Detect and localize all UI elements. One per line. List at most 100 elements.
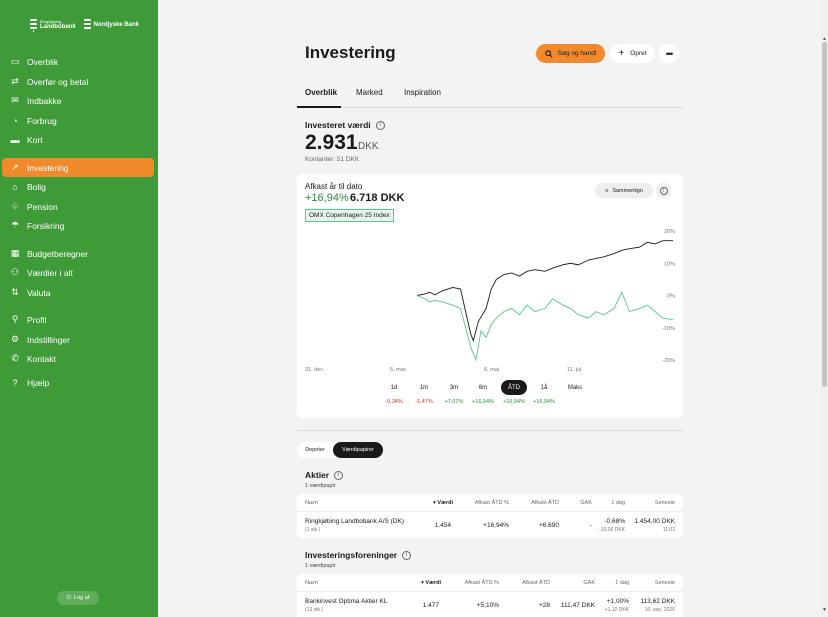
sort-down-icon: ▾ bbox=[421, 580, 424, 586]
search-icon bbox=[544, 49, 553, 58]
period-maks[interactable]: Maks bbox=[562, 380, 588, 395]
sidebar-item-vaerdier[interactable]: ⚇ Værdier i alt bbox=[2, 263, 154, 282]
toggle-vaerdipapirer[interactable]: Værdipapirer bbox=[333, 442, 383, 458]
search-trade-label: Søg og handl bbox=[557, 50, 597, 57]
col-header-return-amt[interactable]: Afkast ÅTD bbox=[510, 580, 550, 586]
pension-icon: ♧ bbox=[10, 201, 20, 211]
info-icon[interactable]: i bbox=[375, 120, 385, 130]
sidebar-item-label: Pension bbox=[27, 201, 58, 212]
tab-inspiration[interactable]: Inspiration bbox=[404, 88, 441, 97]
sidebar-item-investering[interactable]: ↗ Investering bbox=[2, 158, 154, 177]
scrollbar-thumb[interactable] bbox=[822, 42, 827, 387]
x-tick-label: 31. dec. bbox=[305, 367, 325, 373]
funds-title: Investeringsforeninger bbox=[305, 550, 398, 560]
col-header-latest[interactable]: Seneste bbox=[645, 500, 675, 506]
col-header-return-pct[interactable]: Afkast ÅTD % bbox=[457, 580, 499, 586]
gear-icon: ⚙ bbox=[10, 334, 20, 344]
period-1d[interactable]: 1d bbox=[381, 380, 407, 395]
y-tick-label: 20% bbox=[664, 229, 675, 235]
col-header-day[interactable]: 1 dag bbox=[611, 580, 629, 586]
y-tick-label: -10% bbox=[662, 326, 675, 332]
landbobank-logo[interactable]: Ringkjøbing Landbobank bbox=[30, 18, 76, 32]
sort-down-icon: ▾ bbox=[433, 500, 436, 506]
security-value: 1.454 bbox=[434, 522, 451, 529]
info-icon[interactable]: i bbox=[402, 550, 412, 560]
invested-value: 2.931 bbox=[305, 131, 358, 154]
col-header-name[interactable]: Navn bbox=[305, 580, 318, 586]
landbobank-mark-icon bbox=[30, 18, 37, 32]
trend-icon: ↗ bbox=[11, 162, 19, 172]
sidebar-item-label: Forbrug bbox=[27, 115, 57, 126]
index-series-line bbox=[416, 291, 674, 362]
period-3m[interactable]: 3m bbox=[441, 380, 467, 395]
more-options-button[interactable]: ••• bbox=[659, 44, 679, 63]
nordjyske-logo[interactable]: Nordjyske Bank bbox=[83, 18, 139, 32]
sidebar-item-forsikring[interactable]: ☂ Forsikring bbox=[2, 216, 154, 235]
sidebar: Ringkjøbing Landbobank Nordjyske Bank ▭ Ov… bbox=[0, 0, 158, 617]
period-6m[interactable]: 6m bbox=[470, 380, 496, 395]
sidebar-item-hjaelp[interactable]: ? Hjælp bbox=[2, 373, 154, 392]
sidebar-item-indstillinger[interactable]: ⚙ Indstillinger bbox=[2, 330, 154, 349]
help-icon: ? bbox=[12, 377, 18, 388]
sidebar-item-forbrug[interactable]: ◔ Forbrug bbox=[2, 111, 154, 130]
tab-overblik[interactable]: Overblik bbox=[305, 88, 337, 97]
security-day-amt: -10,00 DKK bbox=[599, 527, 625, 533]
col-header-value[interactable]: ▾ Værdi bbox=[413, 580, 441, 586]
main-content: Investering Søg og handl + Opret ••• Ove… bbox=[158, 0, 821, 617]
sidebar-item-label: Værdier i alt bbox=[27, 267, 73, 278]
security-day-pct: -0,68% bbox=[604, 518, 625, 525]
row-divider bbox=[297, 511, 683, 512]
col-header-value[interactable]: ▾ Værdi bbox=[425, 500, 453, 506]
page-title: Investering bbox=[305, 43, 396, 62]
sidebar-item-valuta[interactable]: ⇅ Valuta bbox=[2, 283, 154, 302]
period-1aa[interactable]: 1å bbox=[531, 380, 557, 395]
info-icon[interactable]: i bbox=[334, 470, 344, 480]
tab-marked[interactable]: Marked bbox=[356, 88, 383, 97]
col-header-latest[interactable]: Seneste bbox=[645, 580, 675, 586]
period-1m[interactable]: 1m bbox=[411, 380, 437, 395]
holdings-toggle: Depoter Værdipapirer bbox=[297, 442, 383, 458]
sidebar-item-overfoer[interactable]: ⇄ Overfør og betal bbox=[2, 72, 154, 91]
sidebar-item-label: Kontakt bbox=[27, 353, 56, 364]
sidebar-item-overblik[interactable]: ▭ Overblik bbox=[2, 52, 154, 71]
active-tab-indicator bbox=[297, 106, 341, 108]
pie-chart-icon: ◔ bbox=[12, 115, 18, 126]
logout-button[interactable]: ⏻ Log af bbox=[57, 591, 99, 605]
toggle-depoter[interactable]: Depoter bbox=[297, 442, 333, 458]
sidebar-item-kort[interactable]: ▬ Kort bbox=[2, 130, 154, 149]
plus-icon: + bbox=[618, 48, 625, 59]
col-header-day[interactable]: 1 dag bbox=[607, 500, 625, 506]
nordjyske-mark-icon bbox=[83, 18, 91, 32]
col-header-return-pct[interactable]: Afkast ÅTD % bbox=[467, 500, 509, 506]
create-button[interactable]: + Opret bbox=[610, 44, 655, 63]
tab-bar: Overblik Marked Inspiration bbox=[297, 83, 683, 108]
period-atd[interactable]: ÅTD bbox=[501, 380, 527, 395]
return-chart-card: Afkast år til dato +16,94% 6.718 DKK OMX… bbox=[297, 174, 683, 418]
card-icon: ▬ bbox=[10, 134, 20, 145]
sidebar-item-indbakke[interactable]: ✉ Indbakke bbox=[2, 91, 154, 110]
security-name[interactable]: Bankinvest Optima Aktier KL bbox=[305, 598, 387, 605]
sidebar-item-pension[interactable]: ♧ Pension bbox=[2, 197, 154, 216]
y-tick-label: 10% bbox=[664, 261, 675, 267]
col-header-gak[interactable]: GAK bbox=[575, 580, 595, 586]
search-trade-button[interactable]: Søg og handl bbox=[536, 44, 605, 63]
sidebar-item-profil[interactable]: ⚲ Profil bbox=[2, 310, 154, 329]
dashboard-icon: ▭ bbox=[10, 56, 20, 66]
sidebar-item-bolig[interactable]: ⌂ Bolig bbox=[2, 177, 154, 196]
sidebar-item-kontakt[interactable]: ✆ Kontakt bbox=[2, 349, 154, 368]
col-header-gak[interactable]: GAK bbox=[572, 500, 592, 506]
scroll-down-icon[interactable]: ▼ bbox=[822, 607, 827, 613]
period-return: +7,07% bbox=[444, 399, 464, 405]
col-header-return-amt[interactable]: Afkast ÅTD bbox=[519, 500, 559, 506]
security-return-pct: +5,10% bbox=[476, 602, 499, 609]
portfolio-series-line bbox=[416, 240, 673, 343]
funds-table: Navn ▾ Værdi Afkast ÅTD % Afkast ÅTD GAK… bbox=[297, 574, 683, 617]
sidebar-item-label: Bolig bbox=[27, 181, 46, 192]
page-scrollbar[interactable]: ▲ ▼ bbox=[821, 0, 828, 617]
mail-icon: ✉ bbox=[11, 95, 19, 105]
col-header-name[interactable]: Navn bbox=[305, 500, 318, 506]
security-name[interactable]: Ringkjøbing Landbobank A/S (DK) bbox=[305, 518, 404, 525]
security-value: 1.477 bbox=[422, 602, 439, 609]
sidebar-item-budgetberegner[interactable]: ▦ Budgetberegner bbox=[2, 244, 154, 263]
power-icon: ⏻ bbox=[66, 594, 72, 601]
